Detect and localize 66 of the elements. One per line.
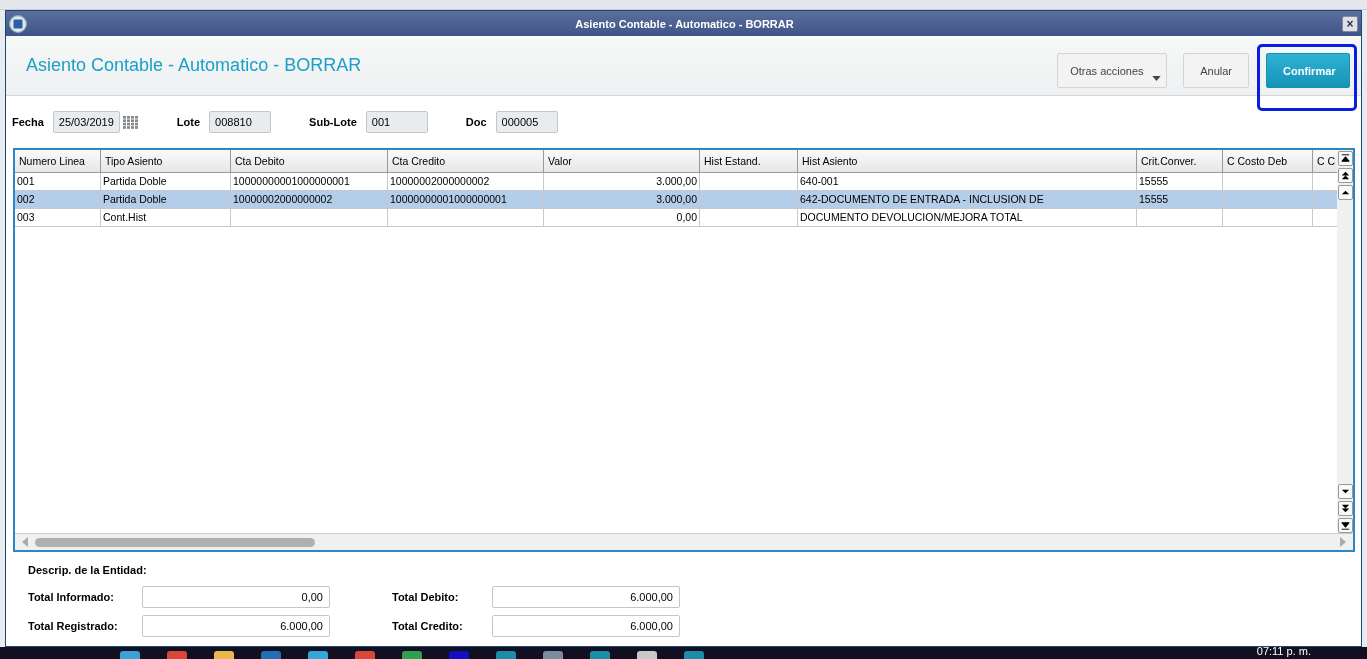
app-logo-icon <box>9 14 27 33</box>
scroll-right-icon[interactable] <box>1339 537 1347 547</box>
table-cell: 10000000001000000001 <box>388 191 544 208</box>
column-header[interactable]: Crit.Conver. <box>1137 150 1223 172</box>
table-cell: DOCUMENTO DEVOLUCION/MEJORA TOTAL <box>798 209 1137 226</box>
table-cell: 15555 <box>1137 173 1223 190</box>
total-field[interactable]: 6.000,00 <box>492 586 680 608</box>
table-cell: 0,00 <box>544 209 700 226</box>
total-label: Total Informado: <box>28 591 115 603</box>
field-label: Sub-Lote <box>309 116 357 128</box>
scrollbar-thumb[interactable] <box>35 537 315 547</box>
clock: 07:11 p. m. <box>1256 647 1311 657</box>
input-field[interactable]: 008810 <box>209 111 272 133</box>
column-header[interactable]: C Costo Deb <box>1223 150 1313 172</box>
column-header[interactable]: Cta Credito <box>388 150 544 172</box>
field-label: Doc <box>465 116 487 128</box>
table-cell: Partida Doble <box>101 173 231 190</box>
table-cell: Cont.Hist <box>101 209 231 226</box>
table-cell: 640-001 <box>798 173 1137 190</box>
entity-label: Descrip. de la Entidad: <box>28 564 148 576</box>
total-label: Total Credito: <box>391 620 464 632</box>
page-down-icon[interactable] <box>1337 501 1353 516</box>
column-header[interactable]: Valor <box>544 150 700 172</box>
table-cell: Partida Doble <box>101 191 231 208</box>
field-label: Fecha <box>12 116 44 128</box>
table-cell: 3.000,00 <box>544 191 700 208</box>
table-row[interactable]: 003 Cont.Hist 0,00 DOCUMENTO DEVOLUCION/MEJORA TOTAL <box>15 209 1337 227</box>
horizontal-scrollbar[interactable] <box>15 533 1353 550</box>
table-cell: 002 <box>15 191 101 208</box>
field-label: Lote <box>176 116 201 128</box>
column-header[interactable]: Hist Asiento <box>798 150 1137 172</box>
total-field[interactable]: 6.000,00 <box>142 615 330 637</box>
table-row[interactable]: 002 Partida Doble 10000002000000002 10000000001000000001 3.000,00 642-DOCUMENTO DE ENTRADA - INCLUSION DE 15555 <box>15 191 1337 209</box>
action-button[interactable]: Anular <box>1183 53 1249 88</box>
calendar-icon[interactable] <box>122 115 139 129</box>
scroll-bottom-icon[interactable] <box>1337 518 1353 533</box>
total-field[interactable]: 6.000,00 <box>492 615 680 637</box>
page-up-icon[interactable] <box>1337 168 1353 183</box>
scroll-up-icon[interactable] <box>1337 185 1353 200</box>
column-header[interactable]: Cta Debito <box>231 150 388 172</box>
close-button[interactable]: × <box>1342 15 1358 32</box>
caret-icon <box>1152 76 1162 81</box>
total-field[interactable]: 0,00 <box>142 586 330 608</box>
page-title: Asiento Contable - Automatico - BORRAR <box>26 55 363 76</box>
input-field[interactable]: 25/03/2019 <box>52 111 120 133</box>
table-cell: 10000002000000002 <box>388 173 544 190</box>
column-header[interactable]: Numero Linea <box>15 150 101 172</box>
table-cell: 15555 <box>1137 191 1223 208</box>
table-cell: 10000002000000002 <box>231 191 388 208</box>
input-field[interactable]: 001 <box>365 111 428 133</box>
window-title: Asiento Contable - Automatico - BORRAR <box>574 17 795 30</box>
table-cell: 003 <box>15 209 101 226</box>
vertical-scrollbar[interactable] <box>1337 150 1353 533</box>
input-field[interactable]: 000005 <box>495 111 558 133</box>
table-cell: 10000000001000000001 <box>231 173 388 190</box>
table-cell: 3.000,00 <box>544 173 700 190</box>
action-button[interactable]: Otras acciones <box>1057 53 1168 88</box>
table-cell: 642-DOCUMENTO DE ENTRADA - INCLUSION DE <box>798 191 1137 208</box>
total-label: Total Registrado: <box>28 620 119 632</box>
scroll-top-icon[interactable] <box>1337 151 1353 166</box>
column-header[interactable]: Hist Estand. <box>700 150 798 172</box>
table-cell: 001 <box>15 173 101 190</box>
column-header[interactable]: Tipo Asiento <box>101 150 231 172</box>
scroll-down-icon[interactable] <box>1337 484 1353 499</box>
total-label: Total Debito: <box>391 591 460 603</box>
scroll-left-icon[interactable] <box>21 537 29 547</box>
